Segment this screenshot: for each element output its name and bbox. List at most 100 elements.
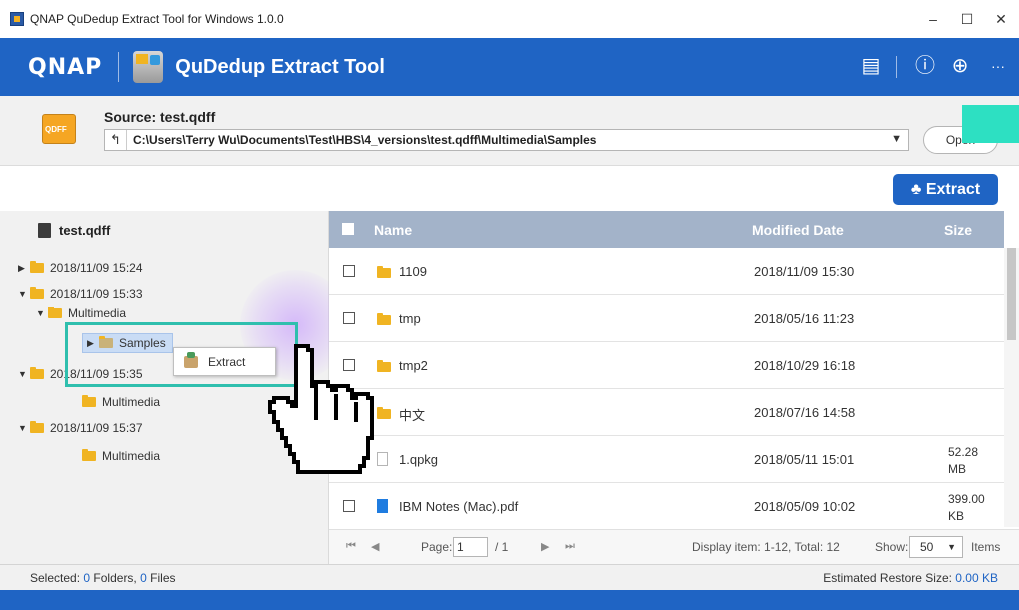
qdff-icon-text: QDFF: [45, 125, 67, 134]
path-text: C:\Users\Terry Wu\Documents\Test\HBS\4_v…: [133, 133, 597, 147]
total-pages: / 1: [495, 540, 509, 554]
restore-size-label: Estimated Restore Size:: [823, 571, 952, 585]
file-name: IBM Notes (Mac).pdf: [399, 499, 519, 514]
back-arrow-icon[interactable]: ↰: [105, 130, 127, 150]
scrollbar-thumb[interactable]: [1007, 248, 1016, 340]
file-date: 2018/07/16 14:58: [754, 405, 856, 420]
tree-node[interactable]: ▼ 2018/11/09 15:37: [18, 421, 143, 435]
more-icon[interactable]: ···: [985, 54, 1011, 80]
file-date: 2018/11/09 15:30: [754, 264, 855, 279]
table-row[interactable]: 1109 2018/11/09 15:30: [329, 248, 1004, 295]
tree-node[interactable]: Multimedia: [82, 449, 160, 463]
clipboard-icon[interactable]: ▤: [858, 54, 884, 80]
file-date: 2018/05/11 15:01: [754, 452, 855, 467]
page-label: Page:: [421, 540, 453, 554]
folder-icon: [377, 313, 397, 328]
table-row[interactable]: IBM Notes (Mac).pdf 2018/05/09 10:02 399…: [329, 483, 1004, 530]
file-list-header: Name Modified Date Size: [329, 211, 1004, 248]
select-arrow-icon: ▼: [947, 542, 956, 552]
header-icon-separator: [896, 56, 897, 78]
tree-node[interactable]: Multimedia: [82, 395, 160, 409]
dropdown-arrow-icon[interactable]: ▼: [891, 133, 902, 145]
restore-size-summary: Estimated Restore Size: 0.00 KB: [823, 571, 998, 585]
files-count: 0: [140, 571, 147, 585]
file-size: 52.28 MB: [948, 445, 979, 476]
table-row[interactable]: tmp 2018/05/16 11:23: [329, 295, 1004, 342]
table-row[interactable]: tmp2 2018/10/29 16:18: [329, 342, 1004, 389]
info-icon[interactable]: ⓘ: [912, 54, 938, 80]
file-name: tmp2: [399, 358, 428, 373]
next-page-icon[interactable]: ▶: [541, 540, 549, 553]
tree-node-label: Multimedia: [68, 307, 127, 319]
source-label: Source: test.qdff: [104, 109, 216, 125]
status-bar: Selected: 0 Folders, 0 Files Estimated R…: [0, 564, 1019, 590]
folder-icon: [30, 287, 44, 299]
app-window-icon: [10, 12, 24, 26]
folder-icon: [30, 421, 44, 433]
extract-button[interactable]: ♣ Extract: [893, 174, 998, 205]
extract-menu-icon: [184, 351, 198, 368]
row-checkbox[interactable]: [343, 265, 355, 277]
items-per-page-select[interactable]: 50 ▼: [909, 536, 963, 558]
row-checkbox[interactable]: [343, 312, 355, 324]
folders-label: Folders,: [93, 571, 137, 585]
qudedup-app-icon: [133, 51, 164, 83]
context-menu-extract-item[interactable]: Extract: [208, 355, 245, 369]
file-name: 1.qpkg: [399, 452, 439, 467]
tree-root-label: test.qdff: [59, 223, 111, 238]
qdff-file-icon: QDFF: [42, 114, 76, 144]
table-row[interactable]: 中文 2018/07/16 14:58: [329, 389, 1004, 436]
tree-node[interactable]: ▼ 2018/11/09 15:33: [18, 287, 143, 301]
tree-node-label: 2018/11/09 15:33: [50, 287, 143, 301]
globe-icon[interactable]: ⊕: [947, 54, 973, 80]
expand-arrow-icon[interactable]: ▶: [18, 263, 30, 274]
items-label: Items: [971, 540, 1001, 554]
pagination-bar: ⏮ ◀ Page: 1 / 1 ▶ ⏭ Display item: 1-12, …: [329, 529, 1019, 564]
file-list-panel: Name Modified Date Size 1109 2018/11/09 …: [329, 211, 1019, 564]
source-bar: QDFF Source: test.qdff ↰ C:\Users\Terry …: [0, 96, 1019, 166]
column-header-date[interactable]: Modified Date: [752, 222, 844, 238]
maximize-button[interactable]: ☐: [952, 8, 982, 30]
tree-node[interactable]: ▼ Multimedia: [36, 307, 126, 319]
tree-node-label: Multimedia: [102, 449, 161, 463]
page-input[interactable]: 1: [453, 537, 488, 557]
column-header-size[interactable]: Size: [944, 222, 972, 238]
tree-root[interactable]: test.qdff: [38, 223, 110, 238]
qdff-document-icon: [38, 223, 51, 238]
file-name: 1109: [399, 264, 427, 279]
tree-node-label: Multimedia: [102, 395, 161, 409]
prev-page-icon[interactable]: ◀: [371, 540, 379, 553]
selected-prefix: Selected:: [30, 571, 81, 585]
toolbar: ♣ Extract: [0, 167, 1019, 211]
close-button[interactable]: ✕: [986, 8, 1016, 30]
window-titlebar: QNAP QuDedup Extract Tool for Windows 1.…: [0, 0, 1019, 38]
hand-cursor-icon: [268, 344, 374, 474]
row-checkbox[interactable]: [343, 500, 355, 512]
last-page-icon[interactable]: ⏭: [565, 540, 575, 553]
file-size: 399.00 KB: [948, 492, 985, 523]
collapse-arrow-icon[interactable]: ▼: [18, 289, 30, 299]
extract-button-label: Extract: [925, 181, 981, 198]
header-divider: [118, 52, 120, 82]
table-row[interactable]: 1.qpkg 2018/05/11 15:01 52.28 MB: [329, 436, 1004, 483]
folders-count: 0: [83, 571, 91, 585]
restore-size-value: 0.00 KB: [955, 571, 998, 585]
folder-icon: [377, 266, 397, 281]
window-title: QNAP QuDedup Extract Tool for Windows 1.…: [30, 12, 284, 26]
collapse-arrow-icon[interactable]: ▼: [18, 369, 30, 379]
files-label: Files: [150, 571, 176, 585]
minimize-button[interactable]: –: [918, 8, 948, 30]
collapse-arrow-icon[interactable]: ▼: [18, 423, 30, 433]
selection-summary: Selected: 0 Folders, 0 Files: [30, 571, 176, 585]
first-page-icon[interactable]: ⏮: [346, 540, 356, 553]
collapse-arrow-icon[interactable]: ▼: [36, 308, 48, 318]
select-all-checkbox[interactable]: [342, 223, 354, 235]
show-label: Show:: [875, 540, 909, 554]
bottom-brand-strip: [0, 590, 1019, 610]
tree-node[interactable]: ▶ 2018/11/09 15:24: [18, 261, 143, 275]
display-info: Display item: 1-12, Total: 12: [692, 540, 840, 554]
path-combobox[interactable]: ↰ C:\Users\Terry Wu\Documents\Test\HBS\4…: [104, 129, 909, 151]
app-title: QuDedup Extract Tool: [175, 55, 385, 78]
file-date: 2018/10/29 16:18: [754, 358, 856, 373]
column-header-name[interactable]: Name: [374, 222, 412, 238]
